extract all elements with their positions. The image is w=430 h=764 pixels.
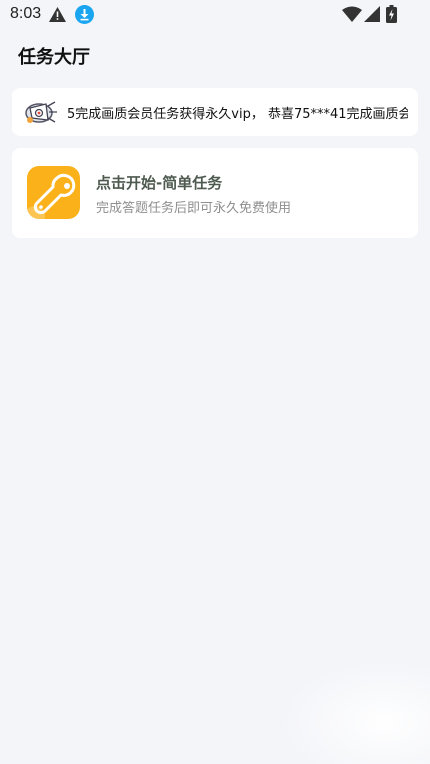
page-title: 任务大厅 xyxy=(18,47,90,68)
corner-glow xyxy=(280,660,430,764)
task-title: 点击开始-简单任务 xyxy=(96,174,223,192)
status-time: 8:03 xyxy=(10,5,42,22)
task-description: 完成答题任务后即可永久免费使用 xyxy=(96,201,292,216)
wrench-icon xyxy=(27,173,76,219)
notice-bar[interactable]: 5完成画质会员任务获得永久vip， 恭喜75***41完成画质会 xyxy=(12,88,418,136)
download-icon xyxy=(75,5,94,24)
megaphone-icon xyxy=(25,101,57,123)
task-icon xyxy=(27,166,80,219)
task-card[interactable]: 点击开始-简单任务 完成答题任务后即可永久免费使用 xyxy=(12,148,418,238)
battery-icon xyxy=(386,5,397,23)
cell-signal-icon xyxy=(364,6,380,22)
warning-icon xyxy=(49,7,66,22)
status-bar: 8:03 xyxy=(0,0,430,30)
notice-text: 5完成画质会员任务获得永久vip， 恭喜75***41完成画质会 xyxy=(67,107,408,122)
wifi-icon xyxy=(342,6,362,22)
